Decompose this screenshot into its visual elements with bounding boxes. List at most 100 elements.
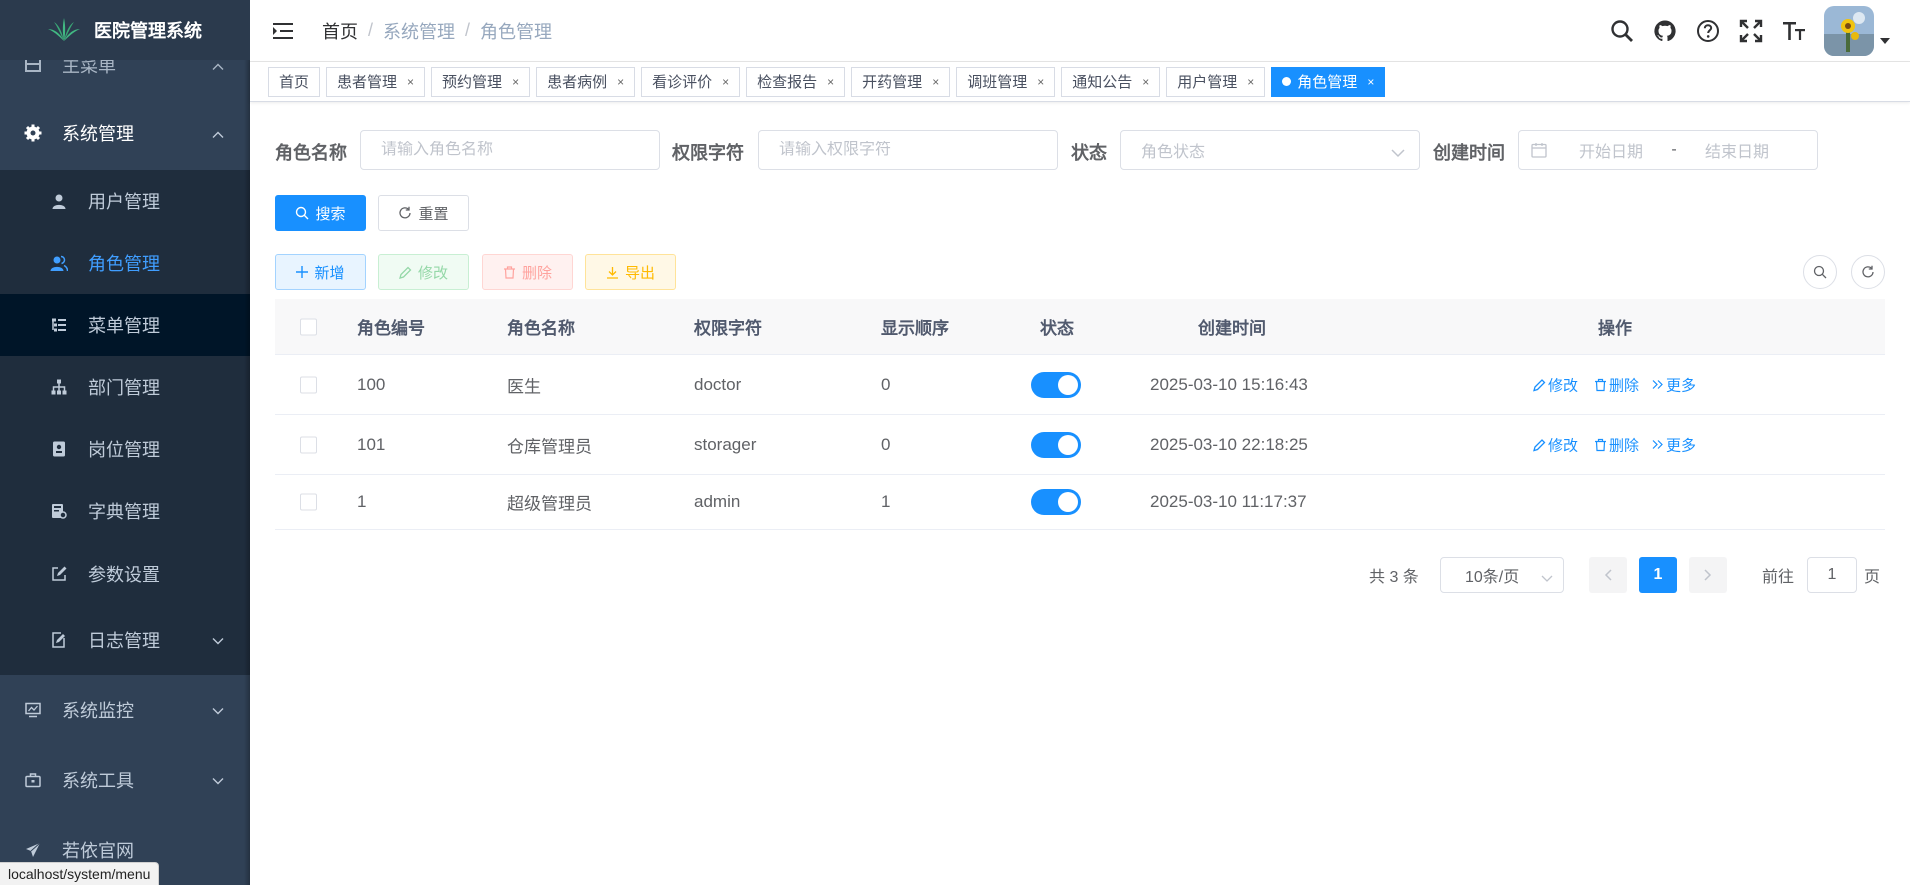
row-more-link[interactable]: 更多 [1652,374,1696,395]
monitor-icon [24,701,42,719]
goto-page-input[interactable]: 1 [1807,557,1857,593]
search-button[interactable]: 搜索 [275,195,366,231]
role-name-field[interactable] [360,130,660,170]
page-number-current[interactable]: 1 [1639,557,1677,593]
sidebar-item-config[interactable]: 参数设置 [0,542,250,606]
start-date-input[interactable]: 开始日期 [1563,138,1659,162]
sidebar-group-system[interactable]: 系统管理 [0,108,250,158]
search-button[interactable] [1608,17,1636,45]
row-more-link[interactable]: 更多 [1652,434,1696,455]
edit-button[interactable]: 修改 [378,254,469,290]
close-icon[interactable]: × [617,75,624,89]
column-header-sort[interactable]: 显示顺序 [881,314,949,339]
column-header-status[interactable]: 状态 [1040,314,1074,339]
tab-item[interactable]: 用户管理 × [1166,66,1266,97]
caret-down-icon[interactable] [1880,31,1890,49]
refresh-icon [398,206,412,220]
github-button[interactable] [1651,17,1679,45]
tab-label: 看诊评价 [652,74,713,91]
tab-item[interactable]: 开药管理 × [851,66,951,97]
breadcrumb-home[interactable]: 首页 [322,18,358,44]
refresh-table-button[interactable] [1851,255,1885,289]
close-icon[interactable]: × [1142,75,1149,89]
prev-page-button[interactable] [1589,557,1627,593]
role-name-input[interactable] [381,141,659,159]
tab-item[interactable]: 患者病例 × [536,66,636,97]
column-header-key[interactable]: 权限字符 [694,314,762,339]
sidebar-group-tool[interactable]: 系统工具 [0,748,250,812]
close-icon[interactable]: × [1367,75,1374,89]
tab-item[interactable]: 预约管理 × [431,66,531,97]
close-icon[interactable]: × [1037,75,1044,89]
sidebar-item-users[interactable]: 用户管理 [0,170,250,232]
role-name-label: 角色名称 [275,143,347,163]
role-key-field[interactable] [758,130,1058,170]
row-delete-link[interactable]: 删除 [1594,434,1639,455]
status-switch[interactable] [1031,371,1081,398]
close-icon[interactable]: × [722,75,729,89]
sidebar-item-menus[interactable]: 菜单管理 [0,294,250,356]
delete-button[interactable]: 删除 [482,254,573,290]
size-select-button[interactable] [1780,17,1808,45]
row-edit-link[interactable]: 修改 [1533,374,1578,395]
tab-item[interactable]: 调班管理 × [956,66,1056,97]
role-key-label: 权限字符 [672,143,744,163]
sidebar-group-label: 系统管理 [62,124,134,144]
cell-name: 仓库管理员 [507,437,592,456]
status-switch[interactable] [1031,489,1081,515]
add-button[interactable]: 新增 [275,254,366,290]
row-checkbox[interactable] [300,436,317,453]
next-page-button[interactable] [1689,557,1727,593]
table-row: 1 超级管理员 admin 1 2025-03-10 11:17:37 [275,475,1885,530]
chevron-up-icon [212,123,224,144]
tab-item[interactable]: 角色管理 × [1271,66,1386,97]
cell-sort: 1 [881,492,891,511]
edit-button-label: 修改 [417,264,448,282]
toggle-search-button[interactable] [1803,255,1837,289]
row-delete-link[interactable]: 删除 [1594,374,1639,395]
tab-item[interactable]: 通知公告 × [1061,66,1161,97]
page-size-select[interactable]: 10条/页 [1440,557,1564,593]
row-edit-label: 修改 [1548,377,1579,394]
status-select[interactable]: 角色状态 [1120,130,1420,170]
close-icon[interactable]: × [827,75,834,89]
tab-item[interactable]: 患者管理 × [326,66,426,97]
tab-home[interactable]: 首页 [268,66,321,97]
goto-page-value: 1 [1827,566,1837,583]
date-range-picker[interactable]: 开始日期 - 结束日期 [1518,130,1818,170]
sidebar-item-departments[interactable]: 部门管理 [0,356,250,418]
end-date-input[interactable]: 结束日期 [1689,138,1785,162]
role-table: 角色编号 角色名称 权限字符 显示顺序 状态 创建时间 操作 100 医生 doct… [275,299,1885,530]
chevron-down-icon [1391,145,1405,163]
app-logo[interactable]: 医院管理系统 [0,0,250,60]
role-key-input[interactable] [779,141,1057,159]
row-edit-link[interactable]: 修改 [1533,434,1578,455]
close-icon[interactable]: × [932,75,939,89]
row-checkbox[interactable] [300,493,317,511]
sidebar-item-roles[interactable]: 角色管理 [0,232,250,294]
pagination-total: 共 3 条 [1369,569,1419,586]
status-switch[interactable] [1031,431,1081,458]
sidebar-item-logs[interactable]: 日志管理 [0,606,250,674]
sidebar-item-posts[interactable]: 岗位管理 [0,418,250,480]
fullscreen-button[interactable] [1737,17,1765,45]
sidebar-item-dict[interactable]: 字典管理 [0,480,250,542]
tab-item[interactable]: 检查报告 × [746,66,846,97]
row-checkbox[interactable] [300,376,317,393]
column-header-created[interactable]: 创建时间 [1198,314,1266,339]
close-icon[interactable]: × [1247,75,1254,89]
tab-item[interactable]: 看诊评价 × [641,66,741,97]
column-header-id[interactable]: 角色编号 [357,314,425,339]
double-arrow-right-icon [1652,440,1663,449]
export-button[interactable]: 导出 [585,254,676,290]
cell-name: 超级管理员 [507,494,592,514]
column-header-name[interactable]: 角色名称 [507,314,575,339]
reset-button[interactable]: 重置 [378,195,469,231]
select-all-checkbox[interactable] [300,318,317,335]
close-icon[interactable]: × [407,75,414,89]
close-icon[interactable]: × [512,75,519,89]
hamburger-button[interactable] [270,17,298,45]
avatar[interactable] [1824,6,1874,56]
sidebar-group-monitor[interactable]: 系统监控 [0,678,250,742]
docs-button[interactable] [1694,17,1722,45]
